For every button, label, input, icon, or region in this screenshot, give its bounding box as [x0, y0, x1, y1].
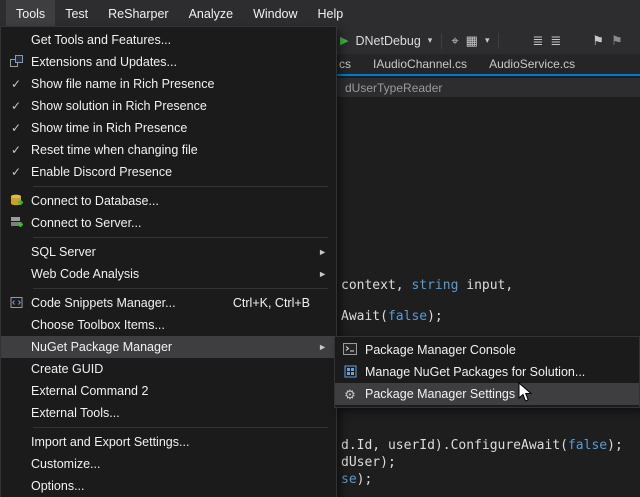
- menu-item-package-manager-settings[interactable]: ⚙Package Manager Settings: [335, 383, 639, 405]
- line-numbers-icon[interactable]: ≣: [550, 33, 561, 49]
- code-line: d.Id, userId).ConfigureAwait(false);: [341, 438, 623, 453]
- menu-analyze[interactable]: Analyze: [179, 0, 243, 27]
- console-icon: [335, 343, 365, 357]
- menu-item-external-command-2[interactable]: External Command 2: [1, 380, 336, 402]
- code-line: Await(false);: [341, 309, 443, 324]
- indent-guides-icon[interactable]: ≣: [532, 33, 543, 49]
- menu-item-enable-discord-presence[interactable]: ✓Enable Discord Presence: [1, 161, 336, 183]
- start-debug-icon[interactable]: ▶: [340, 34, 348, 47]
- tools-menu: Get Tools and Features... Extensions and…: [0, 26, 337, 497]
- code-keyword: false: [388, 309, 427, 324]
- code-text: input,: [458, 278, 513, 293]
- chevron-down-icon[interactable]: ▾: [428, 35, 433, 46]
- menu-item-extensions-and-updates[interactable]: Extensions and Updates...: [1, 51, 336, 73]
- menu-item-nuget-package-manager[interactable]: NuGet Package Manager►: [1, 336, 336, 358]
- vs-window: Tools Test ReSharper Analyze Window Help…: [0, 0, 640, 497]
- menu-item-get-tools-and-features[interactable]: Get Tools and Features...: [1, 29, 336, 51]
- code-line: se);: [341, 472, 372, 487]
- extensions-icon: [1, 55, 31, 70]
- toolbar-separator: [498, 33, 499, 49]
- code-text: );: [357, 472, 373, 487]
- mouse-cursor: [518, 382, 534, 404]
- menu-separator: [33, 186, 328, 187]
- submenu-arrow-icon: ►: [318, 269, 327, 279]
- menu-shortcut: Ctrl+K, Ctrl+B: [233, 296, 310, 310]
- packages-icon: [335, 365, 365, 380]
- menu-item-show-file-name-rich-presence[interactable]: ✓Show file name in Rich Presence: [1, 73, 336, 95]
- menu-item-import-and-export-settings[interactable]: Import and Export Settings...: [1, 431, 336, 453]
- layout-chevron-icon[interactable]: ▾: [485, 35, 490, 46]
- code-keyword: se: [341, 472, 357, 487]
- code-keyword: string: [411, 278, 458, 293]
- menu-item-manage-nuget-packages-for-solution[interactable]: Manage NuGet Packages for Solution...: [335, 361, 639, 383]
- menu-test[interactable]: Test: [55, 0, 98, 27]
- code-text: );: [427, 309, 443, 324]
- menu-item-show-time-rich-presence[interactable]: ✓Show time in Rich Presence: [1, 117, 336, 139]
- menu-item-sql-server[interactable]: SQL Server►: [1, 241, 336, 263]
- code-text: dUser);: [341, 455, 396, 470]
- bookmark-icon[interactable]: ⚑: [592, 33, 604, 49]
- window-layout-icon[interactable]: ▦: [466, 33, 478, 49]
- submenu-arrow-icon: ►: [318, 247, 327, 257]
- attach-process-icon[interactable]: ⌖: [451, 33, 458, 49]
- menu-item-connect-to-server[interactable]: Connect to Server...: [1, 212, 336, 234]
- next-bookmark-icon[interactable]: ⚑: [611, 33, 623, 49]
- navigation-type-label[interactable]: dUserTypeReader: [345, 81, 442, 95]
- menu-item-show-solution-rich-presence[interactable]: ✓Show solution in Rich Presence: [1, 95, 336, 117]
- code-text: );: [607, 438, 623, 453]
- menu-tools[interactable]: Tools: [6, 0, 55, 27]
- check-icon: ✓: [1, 78, 31, 90]
- code-text: context,: [341, 278, 411, 293]
- check-icon: ✓: [1, 100, 31, 112]
- menu-item-web-code-analysis[interactable]: Web Code Analysis►: [1, 263, 336, 285]
- menu-bar: Tools Test ReSharper Analyze Window Help: [0, 0, 640, 27]
- check-icon: ✓: [1, 166, 31, 178]
- code-text: Await(: [341, 309, 388, 324]
- menu-item-create-guid[interactable]: Create GUID: [1, 358, 336, 380]
- code-line: context, string input,: [341, 278, 513, 293]
- database-icon: [1, 194, 31, 209]
- menu-item-external-tools[interactable]: External Tools...: [1, 402, 336, 424]
- menu-item-customize[interactable]: Customize...: [1, 453, 336, 475]
- submenu-arrow-icon: ►: [318, 342, 327, 352]
- tab-iaudiochannel[interactable]: IAudioChannel.cs: [362, 54, 478, 74]
- menu-window[interactable]: Window: [243, 0, 307, 27]
- menu-resharper[interactable]: ReSharper: [98, 0, 178, 27]
- menu-item-package-manager-console[interactable]: Package Manager Console: [335, 339, 639, 361]
- snippets-icon: [1, 296, 31, 311]
- menu-separator: [33, 237, 328, 238]
- tab-audioservice[interactable]: AudioService.cs: [478, 54, 586, 74]
- menu-separator: [33, 288, 328, 289]
- nuget-submenu: Package Manager Console Manage NuGet Pac…: [334, 336, 640, 408]
- code-keyword: false: [568, 438, 607, 453]
- code-text: d.Id, userId).ConfigureAwait(: [341, 438, 568, 453]
- menu-separator: [33, 427, 328, 428]
- menu-help[interactable]: Help: [308, 0, 354, 27]
- server-icon: [1, 216, 31, 231]
- check-icon: ✓: [1, 122, 31, 134]
- menu-item-choose-toolbox-items[interactable]: Choose Toolbox Items...: [1, 314, 336, 336]
- menu-item-reset-time-changing-file[interactable]: ✓Reset time when changing file: [1, 139, 336, 161]
- toolbar-separator: [441, 33, 442, 49]
- gear-icon: ⚙: [335, 388, 365, 401]
- menu-item-options[interactable]: Options...: [1, 475, 336, 497]
- menu-item-connect-to-database[interactable]: Connect to Database...: [1, 190, 336, 212]
- toolbar-content: ▶ DNetDebug ▾ ⌖ ▦ ▾ ≣ ≣ ⚑ ⚑: [340, 27, 623, 54]
- code-line: dUser);: [341, 455, 396, 470]
- menu-item-code-snippets-manager[interactable]: Code Snippets Manager...Ctrl+K, Ctrl+B: [1, 292, 336, 314]
- debug-target-selector[interactable]: DNetDebug: [355, 34, 420, 48]
- check-icon: ✓: [1, 144, 31, 156]
